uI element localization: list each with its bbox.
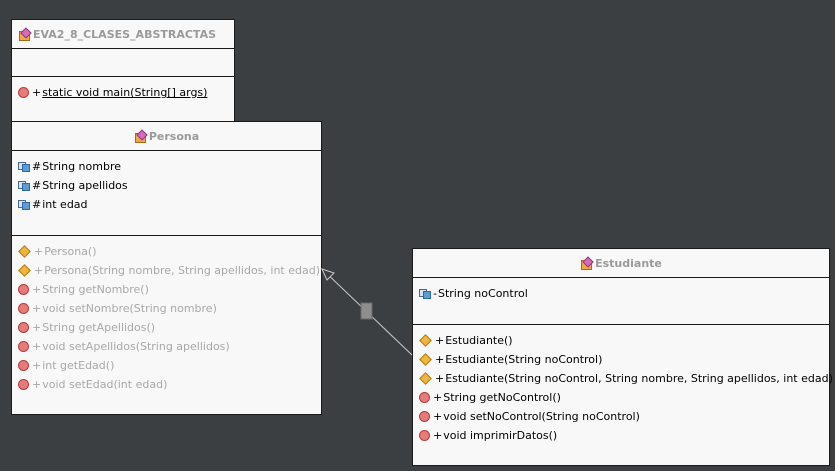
relation-handle [360,302,373,320]
inheritance-relation[interactable] [0,0,835,471]
